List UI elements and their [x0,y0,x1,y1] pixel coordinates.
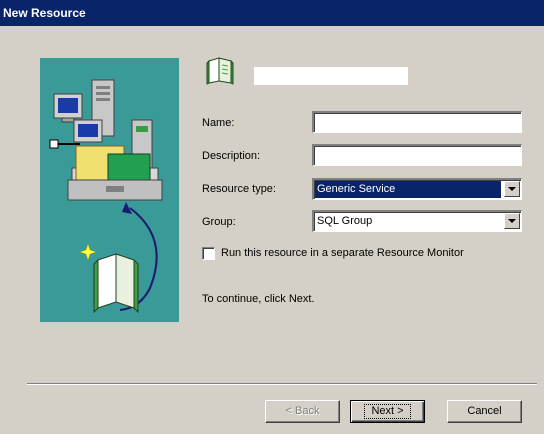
resource-type-select[interactable]: Generic Service [312,178,522,200]
description-label: Description: [202,150,261,162]
window-title: New Resource [3,6,86,20]
chevron-down-icon[interactable] [504,181,520,197]
name-field[interactable] [312,111,522,133]
group-label: Group: [202,216,236,228]
instruction-text: To continue, click Next. [202,293,315,305]
next-button[interactable]: Next > [350,400,425,423]
separator [27,383,537,385]
open-book-icon [205,55,235,85]
wizard-illustration [40,58,179,322]
description-field[interactable] [312,144,522,166]
title-bar[interactable]: New Resource [0,0,544,26]
separate-monitor-checkbox[interactable] [202,247,215,260]
cancel-button[interactable]: Cancel [447,400,522,423]
group-value: SQL Group [317,215,373,227]
name-label: Name: [202,117,235,129]
resource-type-label: Resource type: [202,183,276,195]
new-resource-dialog: New Resource Name: Description: Resource… [0,0,544,434]
chevron-down-icon[interactable] [504,213,520,229]
cluster-computers-and-folder-icon [49,79,163,314]
resource-type-value: Generic Service [315,181,501,198]
back-button[interactable]: < Back [265,400,340,423]
heading-placeholder [254,67,408,85]
next-button-label: Next > [364,404,411,419]
group-select[interactable]: SQL Group [312,210,522,232]
separate-monitor-label[interactable]: Run this resource in a separate Resource… [221,245,464,261]
